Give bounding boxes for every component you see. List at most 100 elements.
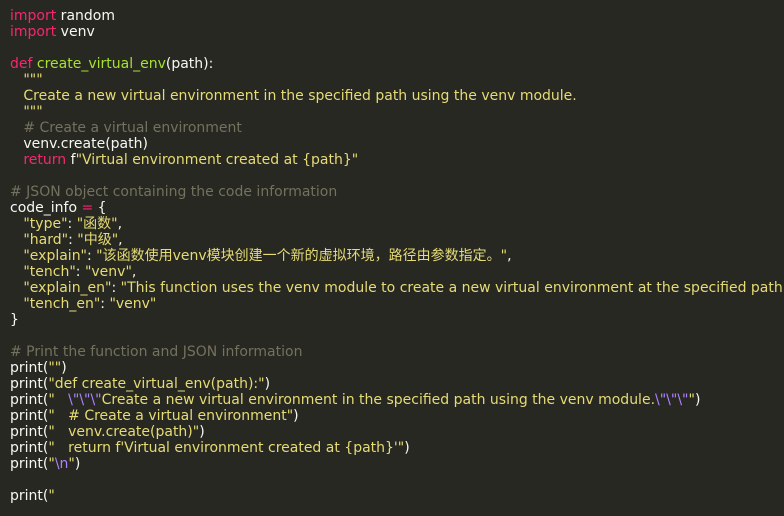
- code-line: return f"Virtual environment created at …: [10, 152, 784, 168]
- code-token-text: print(: [10, 440, 49, 456]
- code-token-text: :: [68, 232, 78, 248]
- code-token-string: """: [10, 104, 43, 120]
- code-token-text: venv.create(path): [10, 136, 148, 152]
- code-token-comment: # JSON object containing the code inform…: [10, 184, 338, 200]
- code-line: def create_virtual_env(path):: [10, 56, 784, 72]
- code-token-text: ): [404, 440, 410, 456]
- code-token-text: ,: [507, 248, 512, 264]
- code-line: "type": "函数",: [10, 216, 784, 232]
- code-token-text: ): [264, 376, 271, 392]
- code-line: code_info = {: [10, 200, 784, 216]
- code-token-keyword: import: [10, 24, 57, 40]
- code-token-text: }: [10, 312, 19, 328]
- code-token-text: print(: [10, 408, 49, 424]
- code-token-text: code_info: [10, 200, 82, 216]
- code-token-text: print(: [10, 488, 49, 504]
- code-line: print(" # Create a virtual environment"): [10, 408, 784, 424]
- code-line: "tench": "venv",: [10, 264, 784, 280]
- code-token-comment: # Create a virtual environment: [10, 120, 242, 136]
- code-line: # JSON object containing the code inform…: [10, 184, 784, 200]
- code-token-text: ): [61, 360, 67, 376]
- code-line: Create a new virtual environment in the …: [10, 88, 784, 104]
- code-token-string: ": [48, 392, 69, 408]
- code-token-string: "This function uses the venv module to c…: [120, 280, 784, 296]
- code-token-string: "venv": [109, 296, 157, 312]
- code-token-keyword: =: [81, 200, 94, 216]
- code-token-string: "explain": [10, 248, 87, 264]
- code-line: "hard": "中级",: [10, 232, 784, 248]
- code-token-string: " venv.create(path)": [48, 424, 200, 440]
- code-line: print(""): [10, 360, 784, 376]
- code-token-function: create_virtual_env: [36, 56, 166, 72]
- code-line: print("\n"): [10, 456, 784, 472]
- code-line: print(" return f'Virtual environment cre…: [10, 440, 784, 456]
- code-line: import random: [10, 8, 784, 24]
- code-editor[interactable]: import random import venv def create_virt…: [0, 0, 784, 516]
- code-token-string: "": [48, 360, 62, 376]
- code-token-string: "Virtual environment created at {path}": [75, 152, 359, 168]
- code-line: # Print the function and JSON informatio…: [10, 344, 784, 360]
- code-line: "explain": "该函数使用venv模块创建一个新的虚拟环境，路径由参数指…: [10, 248, 784, 264]
- code-token-string: "def create_virtual_env(path):": [48, 376, 265, 392]
- code-token-text: :: [111, 280, 121, 296]
- code-token-string: "该函数使用venv模块创建一个新的虚拟环境，路径由参数指定。": [96, 248, 508, 264]
- code-token-text: ): [694, 392, 701, 408]
- code-token-text: ,: [117, 216, 123, 232]
- code-line: print("def create_virtual_env(path):"): [10, 376, 784, 392]
- code-token-text: print(: [10, 360, 49, 376]
- code-token-text: print(: [10, 424, 49, 440]
- code-token-string: "tench": [10, 264, 76, 280]
- code-token-text: random: [56, 8, 115, 24]
- code-token-string: ": [48, 488, 55, 504]
- code-token-text: ): [293, 408, 299, 424]
- code-line: import venv: [10, 24, 784, 40]
- code-token-string: "函数": [76, 216, 118, 232]
- code-token-escape: \n: [54, 456, 69, 472]
- code-line: """: [10, 72, 784, 88]
- code-token-text: :: [67, 216, 77, 232]
- code-token-string: Create a new virtual environment in the …: [10, 88, 577, 104]
- code-token-keyword: def: [10, 56, 37, 72]
- code-token-string: "中级": [77, 232, 119, 248]
- code-token-text: print(: [10, 376, 49, 392]
- code-token-text: venv: [56, 24, 95, 40]
- code-token-text: ): [74, 456, 81, 472]
- code-token-text: print(: [10, 456, 49, 472]
- code-token-string: Create a new virtual environment in the …: [101, 392, 656, 408]
- code-token-string: " return f'Virtual environment created a…: [48, 440, 405, 456]
- code-line: # Create a virtual environment: [10, 120, 784, 136]
- code-token-comment: # Print the function and JSON informatio…: [10, 344, 303, 360]
- code-token-text: :: [75, 264, 85, 280]
- code-line: print(" venv.create(path)"): [10, 424, 784, 440]
- code-line: }: [10, 312, 784, 328]
- code-token-text: ,: [131, 264, 137, 280]
- code-token-text: ): [199, 424, 205, 440]
- code-token-string: "tench_en": [10, 296, 101, 312]
- code-token-keyword: return: [23, 152, 71, 168]
- code-line: """: [10, 104, 784, 120]
- code-line: "explain_en": "This function uses the ve…: [10, 280, 784, 296]
- code-line: venv.create(path): [10, 136, 784, 152]
- code-token-keyword: import: [10, 8, 57, 24]
- code-token-text: {: [93, 200, 107, 216]
- code-line: print(": [10, 488, 784, 504]
- code-token-string: """: [10, 72, 43, 88]
- code-token-escape: \"\"\": [655, 392, 689, 408]
- code-token-escape: \"\"\": [68, 392, 102, 408]
- code-line: "tench_en": "venv": [10, 296, 784, 312]
- code-line: print(" \"\"\"Create a new virtual envir…: [10, 392, 784, 408]
- code-token-string: "hard": [10, 232, 69, 248]
- code-token-string: "type": [10, 216, 68, 232]
- code-token-string: " # Create a virtual environment": [48, 408, 294, 424]
- code-token-text: ,: [118, 232, 123, 248]
- code-token-text: (path):: [165, 56, 214, 72]
- code-token-text: :: [87, 248, 97, 264]
- code-token-text: print(: [10, 392, 49, 408]
- code-token-string: "venv": [84, 264, 132, 280]
- code-token-string: "explain_en": [10, 280, 112, 296]
